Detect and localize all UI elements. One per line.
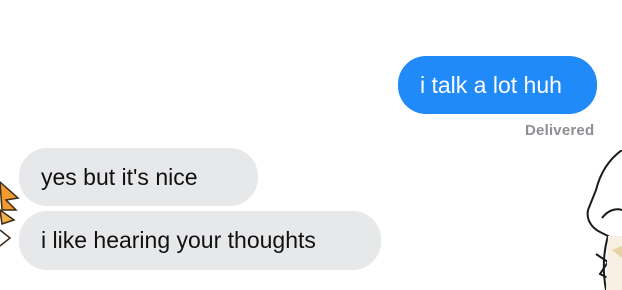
received-message-text: yes but it's nice xyxy=(41,163,198,190)
delivery-status: Delivered xyxy=(525,122,595,139)
sent-message-text: i talk a lot huh xyxy=(420,71,562,98)
received-message-bubble[interactable]: yes but it's nice xyxy=(19,148,258,206)
sent-message-bubble[interactable]: i talk a lot huh xyxy=(398,56,597,114)
received-message-bubble[interactable]: i like hearing your thoughts xyxy=(19,211,381,270)
anime-character-hair-icon xyxy=(0,180,20,247)
anime-character-arm-icon xyxy=(586,150,622,290)
received-message-text: i like hearing your thoughts xyxy=(41,227,316,253)
message-thread: i talk a lot huh Delivered yes but it's … xyxy=(0,0,622,290)
